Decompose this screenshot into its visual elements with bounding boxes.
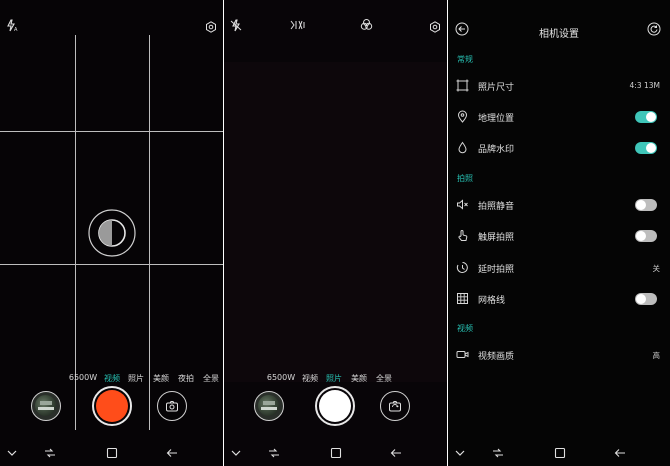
back-icon[interactable] xyxy=(390,447,402,459)
mode-video[interactable]: 视频 xyxy=(302,373,318,384)
location-toggle[interactable] xyxy=(635,111,657,123)
setting-value: 高 xyxy=(652,351,661,360)
setting-label: 照片尺寸 xyxy=(478,83,515,93)
switch-camera-button[interactable] xyxy=(380,391,410,421)
mute-icon xyxy=(456,198,469,211)
mode-beauty[interactable]: 美颜 xyxy=(351,373,367,384)
watermark-icon xyxy=(456,141,469,154)
back-icon[interactable] xyxy=(614,447,626,459)
setting-video-quality[interactable]: 视频画质 高 xyxy=(448,343,670,367)
photo-size-icon xyxy=(456,79,469,92)
setting-label: 网格线 xyxy=(478,296,506,306)
mute-toggle[interactable] xyxy=(635,199,657,211)
setting-touch-capture[interactable]: 触屏拍照 xyxy=(448,224,670,248)
preview-area xyxy=(224,62,447,382)
setting-watermark[interactable]: 品牌水印 xyxy=(448,136,670,160)
reset-icon[interactable] xyxy=(647,22,661,36)
setting-location[interactable]: 地理位置 xyxy=(448,105,670,129)
home-icon[interactable] xyxy=(330,447,342,459)
mode-6500w[interactable]: 6500W xyxy=(69,373,97,382)
setting-label: 触屏拍照 xyxy=(478,233,515,243)
ai-scene-icon[interactable] xyxy=(290,19,306,31)
mode-video[interactable]: 视频 xyxy=(104,373,120,384)
mode-6500w[interactable]: 6500W xyxy=(267,373,295,382)
mode-panorama[interactable]: 全景 xyxy=(376,373,392,384)
setting-grid[interactable]: 网格线 xyxy=(448,287,670,311)
recents-icon[interactable] xyxy=(492,447,504,459)
section-title-video: 视频 xyxy=(457,324,473,333)
settings-icon[interactable] xyxy=(205,21,217,33)
filter-icon[interactable] xyxy=(360,18,373,31)
home-icon[interactable] xyxy=(106,447,118,459)
section-title-photo: 拍照 xyxy=(457,174,473,183)
section-title-general: 常规 xyxy=(457,55,473,64)
flash-auto-icon[interactable]: A xyxy=(6,19,19,32)
record-button[interactable] xyxy=(92,386,132,426)
switch-camera-icon xyxy=(388,399,402,413)
shutter-button[interactable] xyxy=(315,386,355,426)
flash-off-icon[interactable] xyxy=(230,19,243,32)
viewfinder-photo: 6500W 视频 照片 美颜 全景 xyxy=(224,0,447,466)
mode-beauty[interactable]: 美颜 xyxy=(153,373,169,384)
navigation-bar xyxy=(448,442,670,466)
exposure-lock-icon[interactable] xyxy=(87,208,137,258)
collapse-icon[interactable] xyxy=(455,449,465,457)
camera-icon xyxy=(165,399,179,413)
touch-icon xyxy=(456,229,469,242)
grid-toggle[interactable] xyxy=(635,293,657,305)
watermark-toggle[interactable] xyxy=(635,142,657,154)
setting-photo-size[interactable]: 照片尺寸 4:3 13M xyxy=(448,74,670,98)
setting-label: 拍照静音 xyxy=(478,202,515,212)
mode-photo[interactable]: 照片 xyxy=(326,373,342,384)
setting-value: 4:3 13M xyxy=(629,81,660,90)
setting-mute[interactable]: 拍照静音 xyxy=(448,193,670,217)
collapse-icon[interactable] xyxy=(231,449,241,457)
back-icon[interactable] xyxy=(166,447,178,459)
grid-line-horizontal xyxy=(0,264,223,265)
gallery-thumbnail[interactable] xyxy=(254,391,284,421)
location-icon xyxy=(456,110,469,123)
viewfinder-video: A 6500W 视频 照片 美颜 夜拍 全景 xyxy=(0,0,223,466)
timer-icon xyxy=(456,261,469,274)
mode-night[interactable]: 夜拍 xyxy=(178,373,194,384)
setting-timer[interactable]: 延时拍照 关 xyxy=(448,256,670,280)
navigation-bar xyxy=(0,442,223,466)
camera-mode-button[interactable] xyxy=(157,391,187,421)
grid-line-vertical xyxy=(149,35,150,430)
home-icon[interactable] xyxy=(554,447,566,459)
grid-line-horizontal xyxy=(0,131,223,132)
mode-panorama[interactable]: 全景 xyxy=(203,373,219,384)
grid-line-vertical xyxy=(75,35,76,430)
video-quality-icon xyxy=(456,348,469,361)
setting-label: 地理位置 xyxy=(478,114,515,124)
collapse-icon[interactable] xyxy=(7,449,17,457)
gallery-thumbnail[interactable] xyxy=(31,391,61,421)
setting-label: 延时拍照 xyxy=(478,265,515,275)
page-title: 相机设置 xyxy=(539,29,579,40)
recents-icon[interactable] xyxy=(44,447,56,459)
touch-capture-toggle[interactable] xyxy=(635,230,657,242)
settings-icon[interactable] xyxy=(429,21,441,33)
setting-value: 关 xyxy=(652,264,661,273)
setting-label: 品牌水印 xyxy=(478,145,515,155)
svg-text:A: A xyxy=(14,27,18,32)
camera-settings: 相机设置 常规 照片尺寸 4:3 13M 地理位置 品牌水印 拍照 拍照静音 触… xyxy=(448,0,670,466)
grid-icon xyxy=(456,292,469,305)
navigation-bar xyxy=(224,442,447,466)
recents-icon[interactable] xyxy=(268,447,280,459)
mode-photo[interactable]: 照片 xyxy=(128,373,144,384)
setting-label: 视频画质 xyxy=(478,352,515,362)
settings-header: 相机设置 xyxy=(448,0,670,45)
